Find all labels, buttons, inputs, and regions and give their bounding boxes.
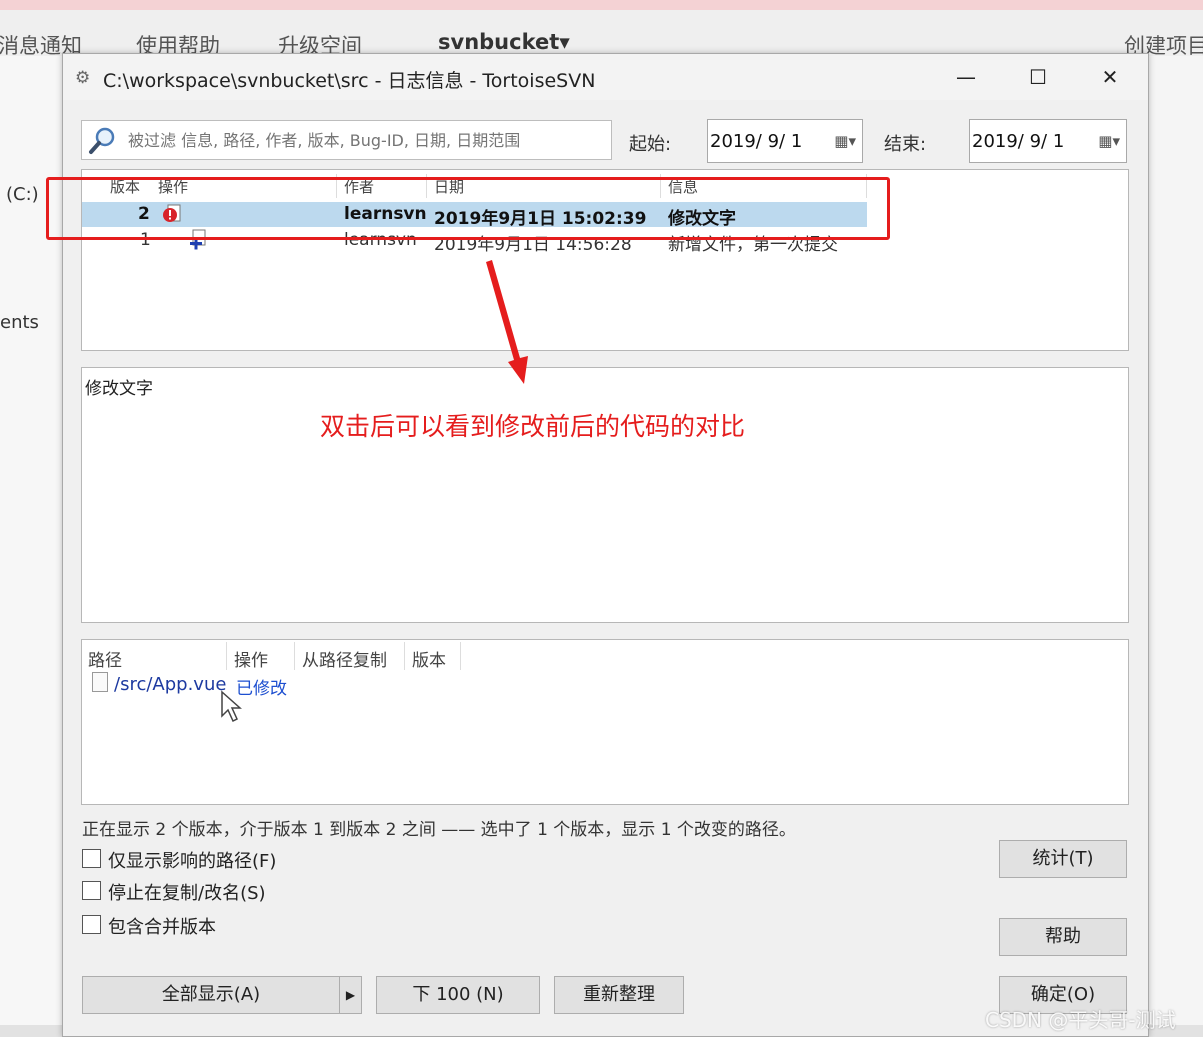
help-button[interactable]: 帮助 bbox=[999, 918, 1127, 956]
minimize-button[interactable]: — bbox=[943, 60, 989, 94]
calendar-dropdown-icon[interactable]: ▦▾ bbox=[1098, 132, 1120, 150]
background-right-panel bbox=[1148, 56, 1203, 1037]
refresh-button[interactable]: 重新整理 bbox=[554, 976, 684, 1014]
checkbox-box[interactable] bbox=[82, 881, 101, 900]
calendar-dropdown-icon[interactable]: ▦▾ bbox=[834, 132, 856, 150]
background-pink-strip bbox=[0, 0, 1203, 10]
path-value: /src/App.vue bbox=[114, 674, 227, 695]
column-divider[interactable] bbox=[294, 642, 295, 670]
to-label: 结束: bbox=[884, 134, 927, 155]
search-icon bbox=[89, 127, 115, 154]
annotation-text: 双击后可以看到修改前后的代码的对比 bbox=[320, 412, 746, 441]
col-rev[interactable]: 版本 bbox=[412, 646, 446, 671]
window-title: C:\workspace\svnbucket\src - 日志信息 - Tort… bbox=[103, 70, 596, 92]
mouse-cursor-icon bbox=[221, 690, 242, 723]
log-message-text: 修改文字 bbox=[85, 379, 153, 399]
to-date-picker[interactable]: 2019/ 9/ 1 ▦▾ bbox=[969, 119, 1127, 163]
bg-documents-label: ents bbox=[0, 312, 39, 333]
filter-box[interactable] bbox=[81, 120, 612, 160]
col-action[interactable]: 操作 bbox=[234, 646, 268, 671]
checkbox-stop-on-copy[interactable]: 停止在复制/改名(S) bbox=[82, 879, 322, 904]
column-divider[interactable] bbox=[404, 642, 405, 670]
from-date-value: 2019/ 9/ 1 bbox=[710, 131, 803, 152]
col-copyfrom[interactable]: 从路径复制 bbox=[302, 646, 387, 671]
close-button[interactable]: ✕ bbox=[1087, 60, 1133, 94]
title-bar: ⚙ C:\workspace\svnbucket\src - 日志信息 - To… bbox=[63, 54, 1148, 100]
file-icon bbox=[92, 672, 108, 692]
annotation-arrow-icon bbox=[486, 260, 528, 384]
background-menu-bar: 消息通知 使用帮助 升级空间 svnbucket▾ 创建项目 bbox=[0, 10, 1203, 58]
from-label: 起始: bbox=[629, 134, 672, 155]
next-100-button[interactable]: 下 100 (N) bbox=[376, 976, 540, 1014]
checkbox-label: 仅显示影响的路径(F) bbox=[108, 851, 277, 872]
checkbox-include-merged[interactable]: 包含合并版本 bbox=[82, 913, 322, 938]
checkbox-affected-paths[interactable]: 仅显示影响的路径(F) bbox=[82, 847, 322, 872]
log-message-panel[interactable]: 修改文字 bbox=[81, 367, 1129, 623]
checkbox-box[interactable] bbox=[82, 849, 101, 868]
checkbox-label: 停止在复制/改名(S) bbox=[108, 883, 266, 904]
filter-input[interactable] bbox=[126, 127, 606, 153]
show-all-button[interactable]: 全部显示(A) bbox=[83, 977, 339, 1013]
from-date-picker[interactable]: 2019/ 9/ 1 ▦▾ bbox=[707, 119, 863, 163]
status-text: 正在显示 2 个版本，介于版本 1 到版本 2 之间 —— 选中了 1 个版本，… bbox=[82, 820, 796, 840]
col-path[interactable]: 路径 bbox=[88, 646, 122, 671]
bg-menu-project[interactable]: svnbucket▾ bbox=[438, 30, 570, 54]
path-row[interactable]: /src/App.vue 已修改 bbox=[88, 670, 548, 700]
bg-drive-label: (C:) bbox=[6, 184, 39, 205]
show-all-split-button[interactable]: 全部显示(A) ▶ bbox=[82, 976, 362, 1014]
maximize-button[interactable]: ☐ bbox=[1015, 60, 1061, 94]
stats-button[interactable]: 统计(T) bbox=[999, 840, 1127, 878]
dropdown-arrow-icon[interactable]: ▶ bbox=[339, 977, 361, 1013]
checkbox-box[interactable] bbox=[82, 915, 101, 934]
column-divider[interactable] bbox=[460, 642, 461, 670]
highlight-box bbox=[46, 177, 890, 240]
tortoisesvn-icon: ⚙ bbox=[75, 68, 91, 88]
column-divider[interactable] bbox=[226, 642, 227, 670]
watermark: CSDN @平头哥-测试 bbox=[985, 1008, 1176, 1032]
checkbox-label: 包含合并版本 bbox=[108, 917, 216, 938]
to-date-value: 2019/ 9/ 1 bbox=[972, 131, 1065, 152]
